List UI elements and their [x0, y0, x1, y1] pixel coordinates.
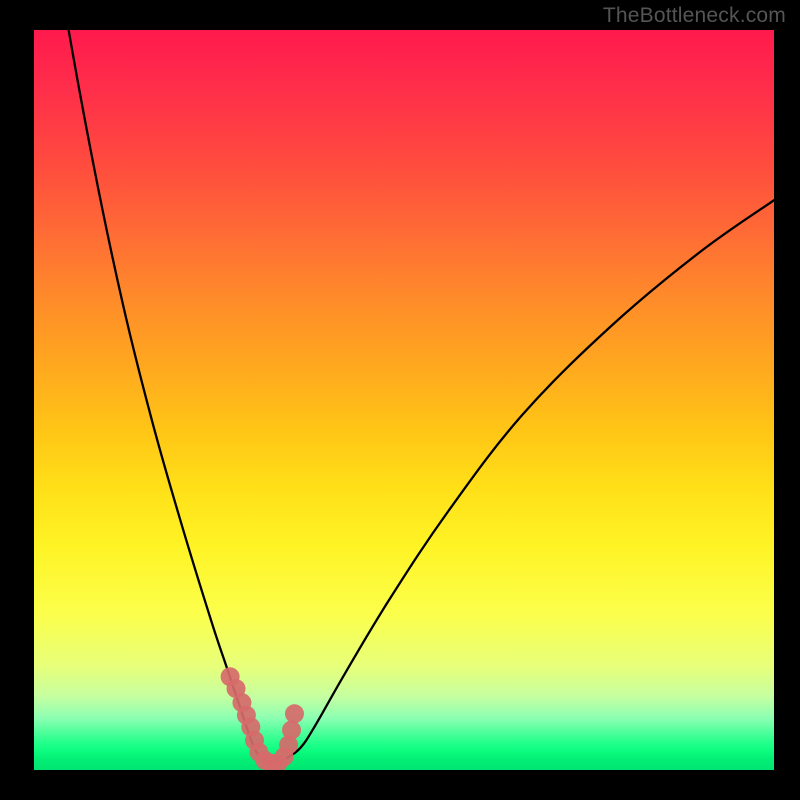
curve-svg: [34, 30, 774, 770]
watermark-text: TheBottleneck.com: [603, 4, 786, 28]
plot-area: [34, 30, 774, 770]
highlight-dot-group: [221, 667, 304, 770]
highlight-dot: [282, 721, 301, 740]
bottleneck-curve: [34, 30, 774, 763]
highlight-dot: [285, 704, 304, 723]
chart-container: TheBottleneck.com: [0, 0, 800, 800]
